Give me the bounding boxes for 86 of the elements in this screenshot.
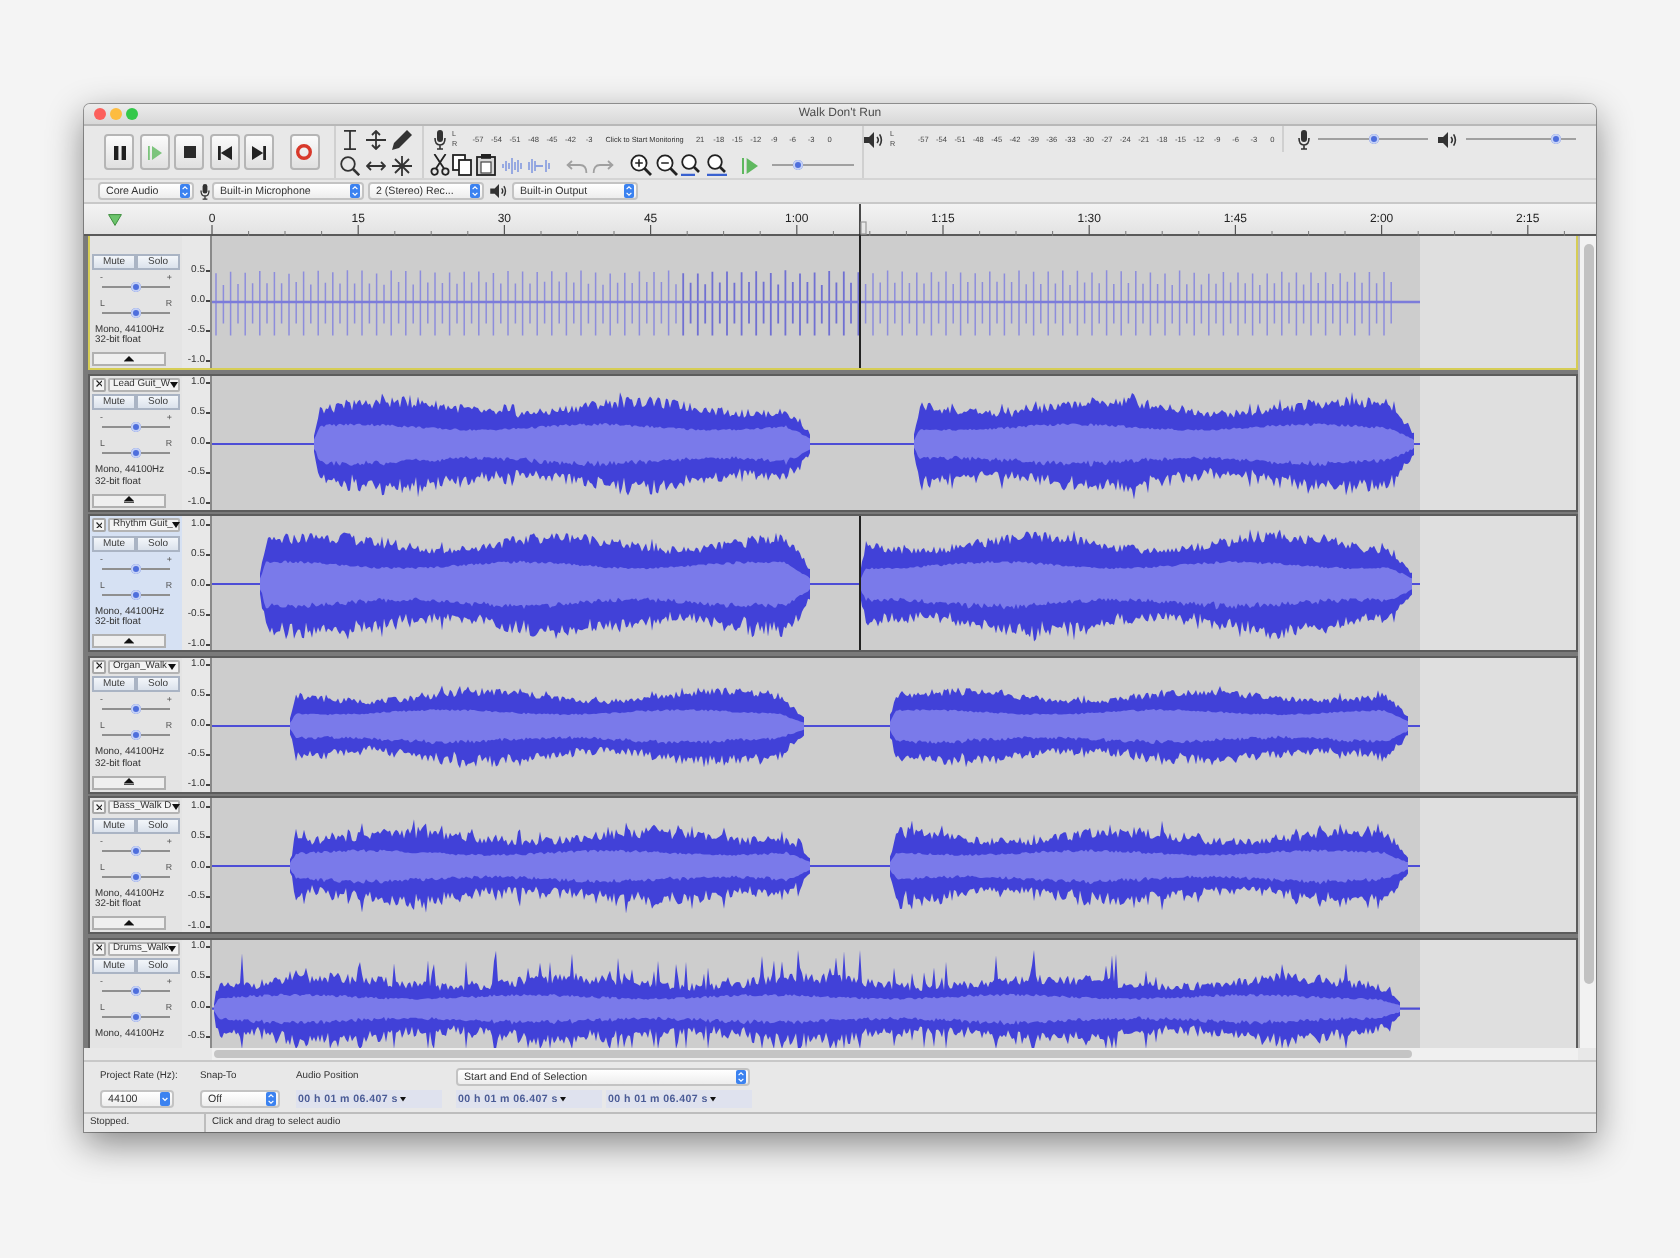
paste-icon[interactable] <box>475 154 495 176</box>
slider-thumb[interactable] <box>131 307 141 317</box>
stepper-icon <box>266 1092 276 1106</box>
play-icon <box>147 145 161 159</box>
caret-icon <box>399 1096 406 1102</box>
close-icon <box>95 803 103 811</box>
close-button[interactable] <box>94 108 106 120</box>
slider-thumb[interactable] <box>131 871 141 881</box>
caret-icon <box>171 804 180 810</box>
pause-button[interactable] <box>104 134 134 170</box>
zoom-out-icon[interactable] <box>655 154 677 176</box>
close-icon <box>95 380 103 388</box>
undo-icon[interactable] <box>566 157 588 173</box>
caret-icon <box>709 1096 716 1102</box>
caret-icon <box>168 945 177 951</box>
slider-thumb[interactable] <box>1551 134 1562 144</box>
slider-thumb[interactable] <box>131 589 141 599</box>
caret-icon <box>170 381 179 387</box>
speaker-icon <box>490 184 508 198</box>
stepper-icon <box>470 184 480 198</box>
silence-icon[interactable] <box>527 157 549 173</box>
collapse-button[interactable] <box>92 916 166 930</box>
slider-thumb[interactable] <box>131 281 141 291</box>
slider-thumb[interactable] <box>131 1012 141 1022</box>
up-arrow-icon <box>124 496 134 504</box>
microphone-icon <box>1298 129 1310 149</box>
slider-thumb[interactable] <box>131 563 141 573</box>
slider-thumb[interactable] <box>131 986 141 996</box>
scrollbar-thumb[interactable] <box>1583 244 1593 984</box>
i-beam-icon[interactable] <box>344 129 356 149</box>
asterisk-icon[interactable] <box>392 155 412 175</box>
trim-icon[interactable] <box>502 157 524 173</box>
caret-icon <box>559 1096 566 1102</box>
speaker-icon <box>1438 131 1458 147</box>
collapse-button[interactable] <box>92 775 166 789</box>
slider-thumb[interactable] <box>131 730 141 740</box>
collapse-button[interactable] <box>92 352 166 366</box>
caret-icon <box>172 522 181 528</box>
record-button[interactable] <box>289 134 319 170</box>
up-arrow-icon <box>124 355 134 363</box>
skip-to-end-icon <box>252 145 266 159</box>
speaker-icon[interactable] <box>864 131 884 147</box>
horizontal-arrows-icon[interactable] <box>366 159 386 171</box>
pause-icon <box>113 145 125 159</box>
skip-to-start-button[interactable] <box>209 134 239 170</box>
dropdown-arrow-icon <box>160 1092 170 1106</box>
vertical-scrollbar[interactable] <box>1578 236 1596 1048</box>
magnifier-icon[interactable] <box>340 155 360 175</box>
close-icon <box>95 521 103 529</box>
collapse-button[interactable] <box>92 634 166 648</box>
zoom-fit-icon[interactable] <box>705 154 727 176</box>
play-icon[interactable] <box>742 157 758 173</box>
scissors-icon[interactable] <box>429 154 449 176</box>
stepper-icon <box>624 184 634 198</box>
copy-icon[interactable] <box>452 154 472 176</box>
stepper-icon <box>180 184 190 198</box>
slider-thumb[interactable] <box>1369 134 1380 144</box>
close-icon <box>95 944 103 952</box>
redo-icon[interactable] <box>591 157 613 173</box>
stepper-icon <box>350 184 360 198</box>
slider-thumb[interactable] <box>792 160 803 170</box>
up-arrow-icon <box>124 637 134 645</box>
zoom-fit-icon[interactable] <box>680 154 702 176</box>
slider-thumb[interactable] <box>131 448 141 458</box>
close-icon <box>95 662 103 670</box>
microphone-icon <box>200 183 210 199</box>
stepper-icon <box>736 1070 746 1084</box>
microphone-icon[interactable] <box>434 129 446 149</box>
up-arrow-icon <box>124 778 134 786</box>
skip-to-start-icon <box>217 145 231 159</box>
slider-thumb[interactable] <box>131 422 141 432</box>
horizontal-scrollbar[interactable] <box>212 1048 1578 1060</box>
cursor-marker-icon <box>859 204 867 236</box>
stop-button[interactable] <box>174 134 204 170</box>
stop-icon <box>183 146 195 158</box>
zoom-in-icon[interactable] <box>630 154 652 176</box>
triangle-marker-icon[interactable] <box>107 213 121 225</box>
slider-thumb[interactable] <box>131 845 141 855</box>
vertical-arrows-icon[interactable] <box>366 129 386 149</box>
record-icon <box>296 144 312 160</box>
slider-thumb[interactable] <box>131 704 141 714</box>
up-arrow-icon <box>124 919 134 927</box>
collapse-button[interactable] <box>92 493 166 507</box>
scrollbar-thumb[interactable] <box>214 1050 1412 1058</box>
skip-to-end-button[interactable] <box>244 134 274 170</box>
caret-icon <box>168 663 176 669</box>
